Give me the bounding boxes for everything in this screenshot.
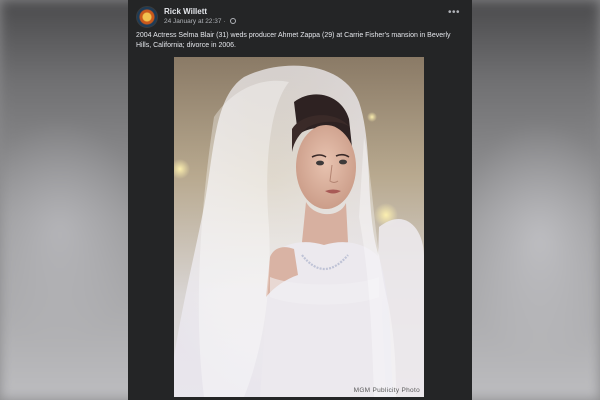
more-horizontal-icon[interactable]: ••• <box>446 8 462 22</box>
globe-icon <box>230 18 237 24</box>
bride-photo-illustration <box>174 57 424 397</box>
author-name[interactable]: Rick Willett <box>164 7 207 16</box>
post-meta: 24 January at 22:37 · <box>164 18 237 25</box>
post-header: Rick Willett 24 January at 22:37 · ••• <box>136 6 464 28</box>
post-timestamp[interactable]: 24 January at 22:37 <box>164 18 221 25</box>
post-text: 2004 Actress Selma Blair (31) weds produ… <box>136 32 451 49</box>
facebook-post-card: Rick Willett 24 January at 22:37 · ••• 2… <box>128 0 472 400</box>
post-photo[interactable]: MGM Publicity Photo <box>174 57 424 397</box>
avatar[interactable] <box>136 6 158 28</box>
photo-credit: MGM Publicity Photo <box>353 387 420 394</box>
